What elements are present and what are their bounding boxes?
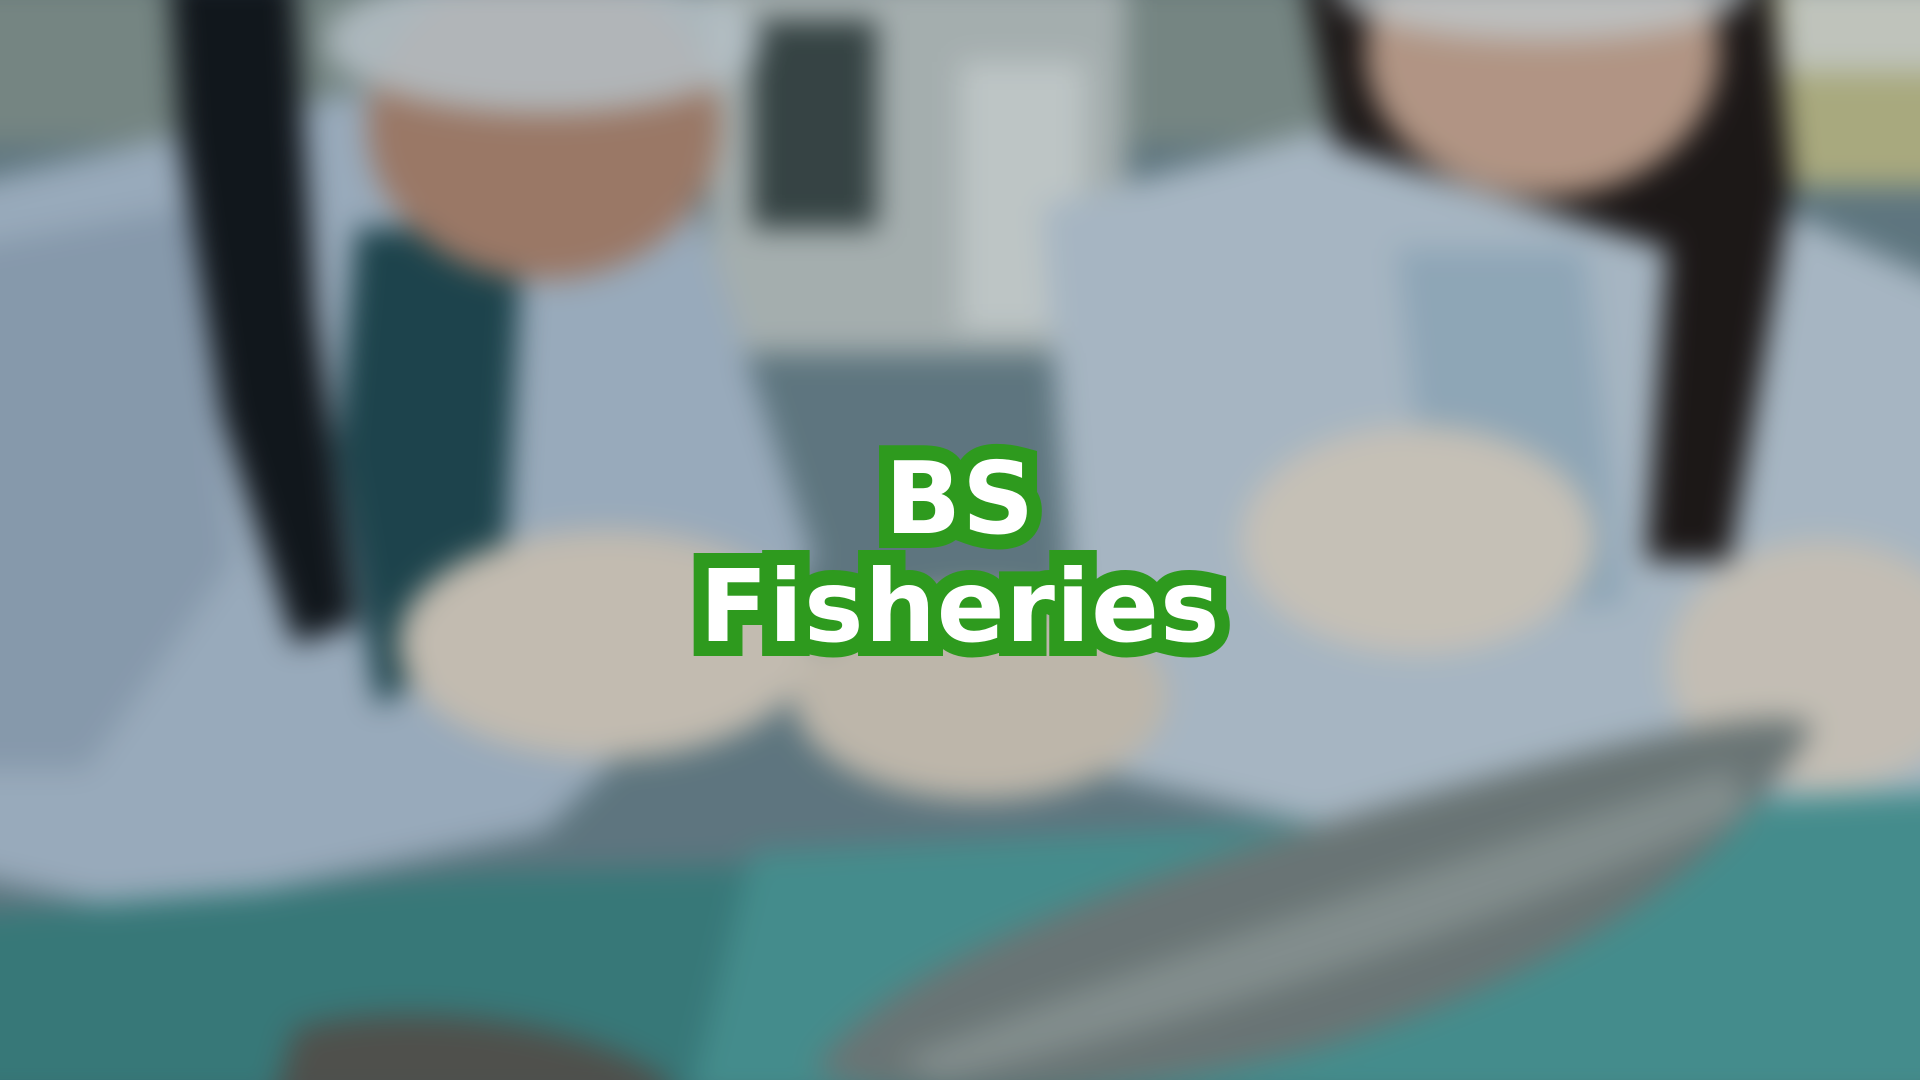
title-line-1: BS [870,430,1049,568]
title-line-2: Fisheries [684,538,1234,676]
hero-banner: BS Fisheries [0,0,1920,1080]
page-title: BS Fisheries [0,430,1920,676]
